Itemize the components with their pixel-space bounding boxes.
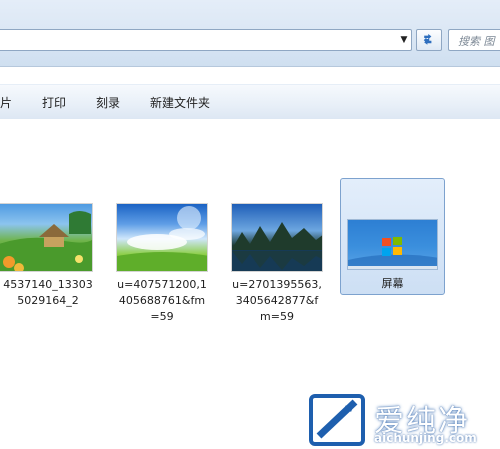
file-thumbnail[interactable]	[0, 203, 93, 272]
chevron-down-icon: ▼	[400, 35, 408, 45]
file-name[interactable]: 屏幕	[340, 276, 445, 292]
toolbar-item-new-folder[interactable]: 新建文件夹	[150, 94, 210, 111]
search-input[interactable]: 搜索 图	[448, 29, 500, 51]
lake-mountains-image	[232, 222, 322, 271]
file-name-line: u=407571200,1	[117, 278, 207, 291]
file-thumbnail[interactable]	[347, 219, 438, 270]
windows-logo-icon	[348, 237, 437, 269]
toolbar-item-slideshow[interactable]: 片	[0, 94, 12, 111]
file-name-line: 屏幕	[381, 277, 404, 290]
sky-field-image	[117, 206, 207, 271]
landscape-hut-image	[0, 211, 92, 271]
refresh-icon	[423, 34, 432, 45]
file-name-line: 405688761&fm	[118, 294, 206, 307]
file-name-line: =59	[150, 310, 174, 323]
command-toolbar: 片 打印 刻录 新建文件夹	[0, 84, 500, 120]
refresh-button[interactable]	[416, 29, 442, 51]
file-name-line: 3405642877&f	[235, 294, 319, 307]
file-name[interactable]: u=2701395563, 3405642877&f m=59	[228, 277, 326, 325]
file-thumbnail[interactable]	[231, 203, 323, 272]
file-name[interactable]: 4537140_13303 5029164_2	[0, 277, 96, 309]
address-bar[interactable]	[0, 29, 412, 51]
file-thumbnail[interactable]	[116, 203, 208, 272]
file-name[interactable]: u=407571200,1 405688761&fm =59	[113, 277, 211, 325]
toolbar-item-burn[interactable]: 刻录	[96, 94, 120, 111]
file-name-line: 5029164_2	[17, 294, 79, 307]
file-name-line: m=59	[260, 310, 294, 323]
address-dropdown-button[interactable]: ▼	[397, 30, 411, 50]
file-name-line: u=2701395563,	[232, 278, 322, 291]
watermark-url: aichunjing.com	[374, 431, 477, 445]
toolbar-item-print[interactable]: 打印	[42, 94, 66, 111]
file-name-line: 4537140_13303	[3, 278, 93, 291]
